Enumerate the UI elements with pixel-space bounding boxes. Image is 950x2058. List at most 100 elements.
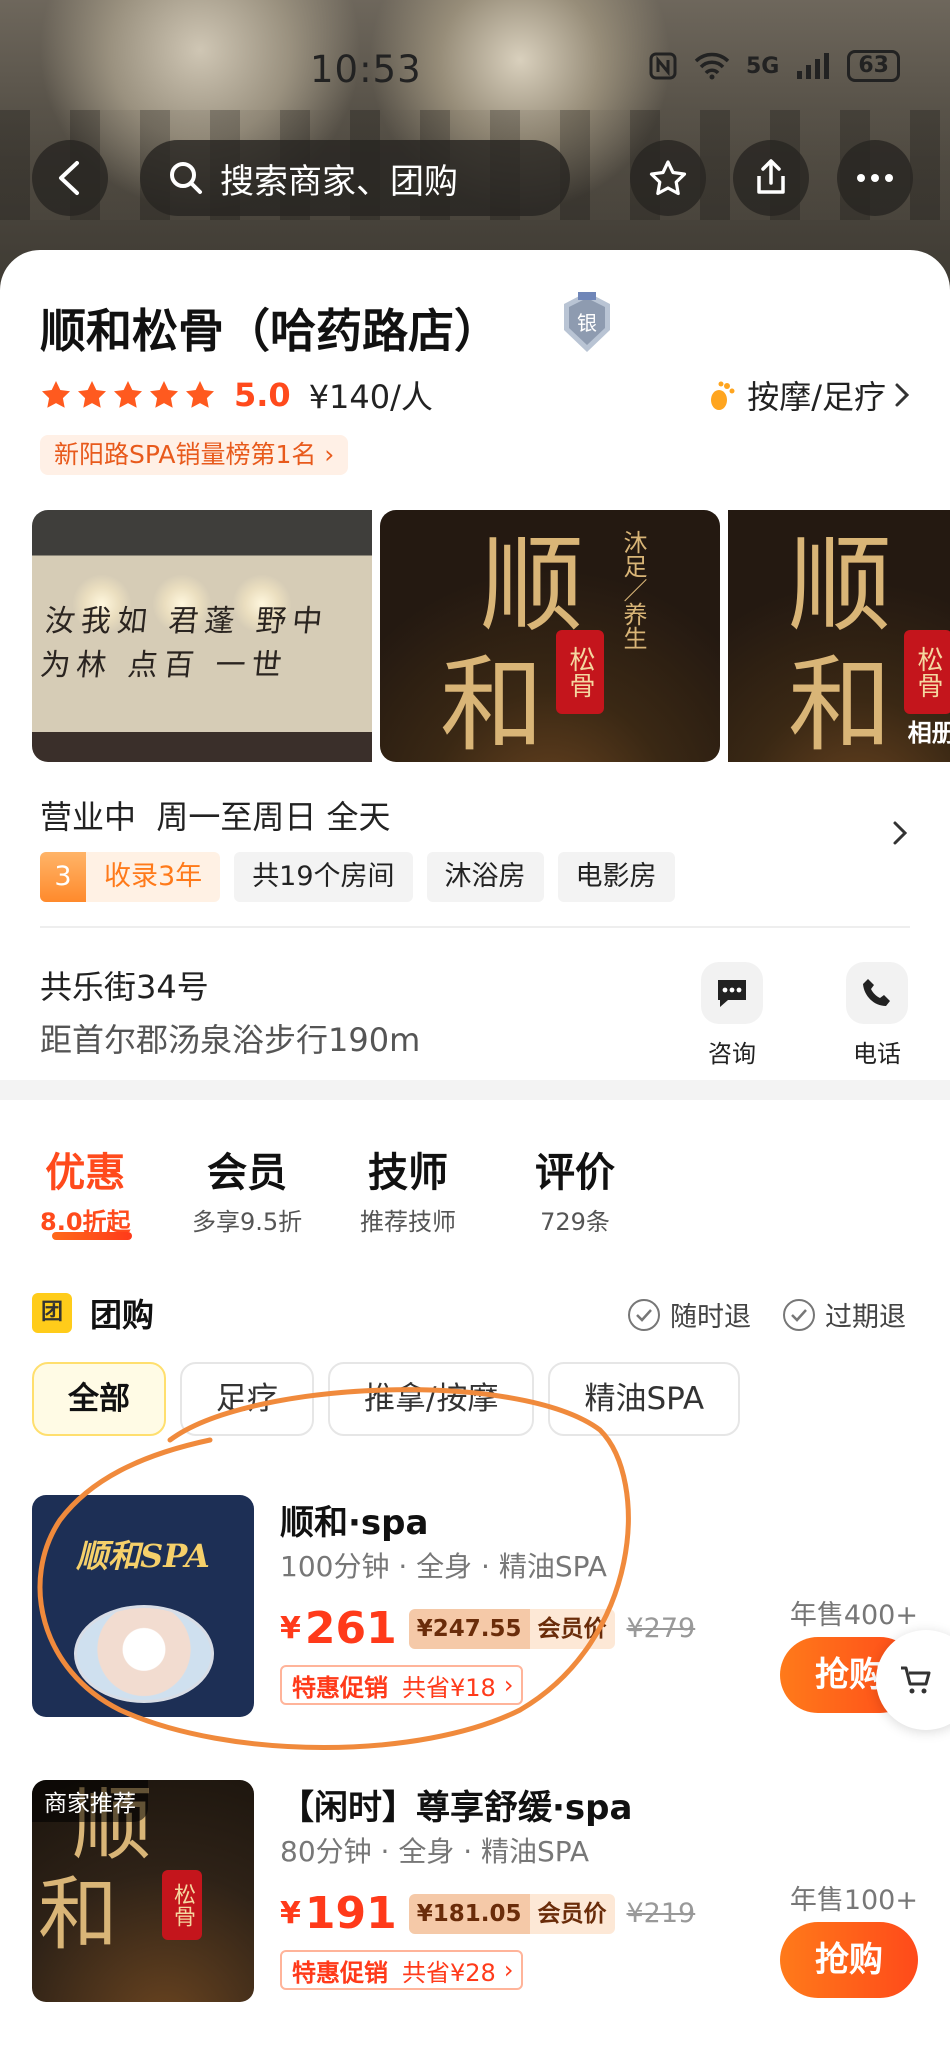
refund-anytime-label: 随时退 — [670, 1302, 751, 1333]
filter-oil-spa[interactable]: 精油SPA — [548, 1362, 741, 1436]
deal-name: 【闲时】尊享舒缓·spa — [280, 1788, 633, 1828]
member-price-badge: ¥181.05 会员价 — [408, 1893, 615, 1934]
member-price-badge: ¥247.55 会员价 — [408, 1608, 615, 1649]
deal-price: 261 — [304, 1603, 397, 1654]
business-hours[interactable]: 营业中 周一至周日 全天 — [40, 792, 391, 838]
nfc-icon — [649, 52, 677, 80]
group-buy-icon: 团 — [32, 1293, 72, 1333]
deal-image: 顺 和 松骨 商家推荐 — [32, 1780, 254, 2002]
tab-member[interactable]: 会员 多享9.5折 — [192, 1140, 302, 1237]
tag-years: 3 收录3年 — [40, 852, 221, 902]
price-per-person: ¥140/人 — [308, 378, 433, 416]
promo-tag[interactable]: 特惠促销 共省¥18 › — [280, 1665, 524, 1705]
deal-description: 100分钟 · 全身 · 精油SPA — [280, 1550, 607, 1583]
back-button[interactable] — [32, 140, 108, 216]
gallery-photo-logo[interactable]: 顺 和 松骨 沐足／养生 — [380, 510, 720, 762]
more-icon — [857, 174, 893, 182]
member-price-label: 会员价 — [529, 1608, 615, 1649]
tab-title: 评价 — [535, 1150, 615, 1196]
rank-tag[interactable]: 新阳路SPA销量榜第1名 › — [40, 435, 349, 475]
filter-massage[interactable]: 推拿/按摩 — [328, 1362, 535, 1436]
divider — [40, 926, 910, 928]
tag-cinema: 电影房 — [557, 852, 675, 902]
check-icon — [636, 1308, 652, 1322]
star-filled-icon — [114, 381, 142, 408]
group-buy-title: 团购 — [90, 1296, 155, 1334]
deal-price-row: ¥ 261 ¥247.55 会员价 ¥279 — [280, 1603, 695, 1654]
logo-char: 和 — [38, 1868, 118, 1961]
shop-info-card: 顺和松骨（哈药路店） 银 5.0 ¥140/人 按摩/足疗 新阳路SPA销量榜第… — [0, 250, 950, 1080]
album-link[interactable]: 相册 › — [908, 713, 950, 748]
share-button[interactable] — [733, 140, 809, 216]
silver-medal-icon: 银 — [564, 292, 610, 352]
refund-expired-label: 过期退 — [825, 1302, 906, 1333]
foot-icon — [711, 381, 735, 410]
gallery-photo-interior[interactable]: 汝我如 君蓬 野中 为林 点百 一世 — [32, 510, 372, 762]
more-button[interactable] — [837, 140, 913, 216]
rating-score: 5.0 — [234, 376, 291, 414]
tab-title: 会员 — [207, 1150, 288, 1196]
gallery-photo-logo[interactable]: 顺 和 松骨 相册 › — [728, 510, 950, 762]
sales-count: 年售400+ — [789, 1600, 918, 1631]
shop-name: 顺和松骨（哈药路店） — [40, 304, 500, 358]
promo-tag[interactable]: 特惠促销 共省¥28 › — [280, 1950, 524, 1990]
member-price-label: 会员价 — [529, 1893, 615, 1934]
deal-description: 80分钟 · 全身 · 精油SPA — [280, 1835, 590, 1868]
tab-subtitle: 729条 — [540, 1208, 610, 1236]
rank-tag-label: 新阳路SPA销量榜第1名 — [54, 440, 317, 469]
shop-tags: 3 收录3年 共19个房间 沐浴房 电影房 — [40, 852, 675, 902]
wall-calligraphy: 汝我如 君蓬 野中 为林 点百 一世 — [38, 604, 330, 683]
phone-button[interactable]: 电话 — [832, 962, 922, 1069]
consult-button[interactable]: 咨询 — [687, 962, 777, 1069]
member-price: ¥181.05 — [408, 1893, 530, 1934]
tab-title: 技师 — [368, 1150, 448, 1196]
star-filled-icon — [150, 381, 178, 408]
consult-label: 咨询 — [708, 1040, 756, 1068]
phone-icon — [863, 979, 890, 1006]
member-price: ¥247.55 — [408, 1608, 530, 1649]
search-placeholder: 搜索商家、团购 — [220, 161, 458, 202]
chevron-left-icon — [59, 161, 79, 195]
tab-discount[interactable]: 优惠 8.0折起 — [40, 1140, 131, 1237]
network-type: 5G — [746, 53, 780, 79]
logo-seal: 松骨 — [162, 1870, 202, 1940]
tab-reviews[interactable]: 评价 729条 — [535, 1140, 615, 1237]
filter-foot[interactable]: 足疗 — [180, 1362, 314, 1436]
filter-all[interactable]: 全部 — [32, 1362, 166, 1436]
photo-gallery[interactable]: 汝我如 君蓬 野中 为林 点百 一世 顺 和 松骨 沐足／养生 顺 和 松骨 相… — [32, 510, 950, 762]
tab-technician[interactable]: 技师 推荐技师 — [360, 1140, 456, 1237]
search-bar[interactable]: 搜索商家、团购 — [140, 140, 570, 216]
deals-section: 优惠 8.0折起 会员 多享9.5折 技师 推荐技师 评价 729条 团 团购 … — [0, 1100, 950, 2058]
shop-distance: 距首尔郡汤泉浴步行190m — [40, 1021, 421, 1059]
logo-seal: 松骨 — [556, 630, 604, 714]
logo-slogan: 沐足／养生 — [619, 530, 647, 650]
deal-item[interactable]: 顺和SPA 顺和·spa 100分钟 · 全身 · 精油SPA ¥ 261 ¥2… — [32, 1495, 950, 1725]
search-icon — [170, 162, 202, 194]
deal-image-title: 顺和SPA — [76, 1537, 210, 1575]
sales-count: 年售100+ — [789, 1885, 918, 1916]
chevron-right-icon[interactable] — [892, 820, 908, 846]
star-filled-icon — [186, 381, 214, 408]
hours-text: 周一至周日 全天 — [156, 798, 391, 836]
group-buy-header: 团 团购 — [32, 1290, 154, 1336]
status-bar: 10:53 5G 63 — [0, 0, 950, 130]
deal-image-photo — [74, 1605, 214, 1703]
tag-bath: 沐浴房 — [426, 852, 544, 902]
promo-savings: 共省¥28 — [402, 1958, 496, 1987]
category-link[interactable]: 按摩/足疗 — [705, 372, 910, 418]
deal-item[interactable]: 顺 和 松骨 商家推荐 【闲时】尊享舒缓·spa 80分钟 · 全身 · 精油S… — [32, 1780, 950, 2010]
currency-symbol: ¥ — [280, 1896, 301, 1931]
buy-button[interactable]: 抢购 — [780, 1922, 918, 1998]
status-time: 10:53 — [310, 48, 422, 91]
star-outline-icon — [649, 160, 687, 196]
top-navbar: 搜索商家、团购 — [0, 140, 950, 220]
tab-underline — [52, 1232, 132, 1240]
cart-icon — [901, 1666, 931, 1694]
shop-address[interactable]: 共乐街34号 — [40, 962, 209, 1008]
tag-rooms: 共19个房间 — [234, 852, 413, 902]
deal-image: 顺和SPA — [32, 1495, 254, 1717]
favorite-button[interactable] — [630, 140, 706, 216]
original-price: ¥219 — [626, 1898, 696, 1929]
silver-medal-text: 银 — [577, 311, 597, 335]
logo-char: 和 — [440, 644, 545, 762]
